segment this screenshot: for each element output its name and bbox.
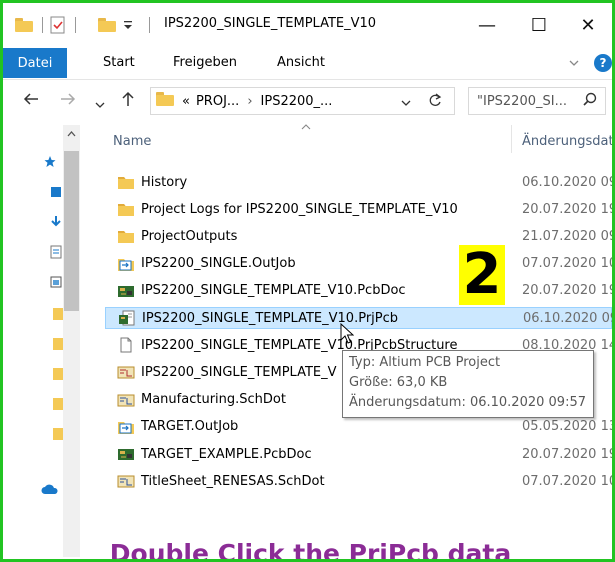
file-modified-date: 06.10.2020 09:5 xyxy=(523,310,612,326)
forward-arrow-icon[interactable] xyxy=(60,91,76,110)
file-list: Name Änderungsdat History 06.10.2020 09:5… xyxy=(99,122,612,512)
file-name: TARGET.OutJob xyxy=(141,419,239,435)
up-arrow-icon[interactable] xyxy=(121,91,135,111)
file-modified-date: 06.10.2020 09:5 xyxy=(522,174,612,190)
file-name: TARGET_EXAMPLE.PcbDoc xyxy=(141,446,312,462)
scrollbar-thumb[interactable] xyxy=(64,151,79,311)
file-row[interactable]: IPS2200_SINGLE_TEMPLATE_V10.PcbDoc 20.07.… xyxy=(105,280,612,302)
schdot-icon xyxy=(117,473,135,489)
file-row[interactable]: TARGET_EXAMPLE.PcbDoc 20.07.2020 19:2 xyxy=(105,443,612,465)
file-modified-date: 05.05.2020 13: xyxy=(522,419,615,435)
new-folder-icon[interactable] xyxy=(98,14,116,36)
file-modified-date: 07.07.2020 10:2 xyxy=(522,256,612,272)
divider xyxy=(149,17,150,33)
address-row: « PROJ... › IPS2200_... "IPS2200_SI... xyxy=(3,79,612,122)
sort-ascending-icon xyxy=(301,122,311,133)
divider xyxy=(42,17,43,33)
breadcrumb-overflow[interactable]: « xyxy=(182,94,190,109)
file-name: IPS2200_SINGLE.OutJob xyxy=(141,256,296,272)
folder-icon xyxy=(117,228,135,244)
folder-icon xyxy=(156,92,174,110)
minimize-button[interactable]: — xyxy=(467,9,507,41)
scroll-up-icon[interactable] xyxy=(67,131,76,137)
properties-icon[interactable] xyxy=(50,14,66,36)
schdoc-icon xyxy=(117,364,135,380)
file-row[interactable]: ProjectOutputs 21.07.2020 09:2 xyxy=(105,225,612,247)
help-icon[interactable]: ? xyxy=(594,54,612,72)
breadcrumb-item[interactable]: PROJ... xyxy=(196,94,239,109)
mouse-cursor-icon xyxy=(340,323,354,344)
expand-ribbon-icon[interactable] xyxy=(569,56,579,70)
divider xyxy=(75,17,76,33)
pcbdoc-icon xyxy=(117,446,135,462)
onedrive-cloud-icon[interactable] xyxy=(41,482,59,496)
outjob-icon xyxy=(117,419,135,435)
prjpcb-icon xyxy=(118,310,136,326)
tab-share[interactable]: Freigeben xyxy=(173,55,237,70)
ribbon-tabs: Datei Start Freigeben Ansicht ? xyxy=(3,48,612,78)
file-modified-date: 20.07.2020 19:2 xyxy=(522,446,612,462)
folder-icon xyxy=(117,201,135,217)
schdot-icon xyxy=(117,392,135,408)
file-name: TitleSheet_RENESAS.SchDot xyxy=(141,473,325,489)
file-name: ProjectOutputs xyxy=(141,228,238,244)
refresh-icon[interactable] xyxy=(428,92,442,112)
step-badge: 2 xyxy=(459,245,505,305)
file-modified-date: 07.07.2020 10: xyxy=(522,473,615,489)
file-row-selected[interactable]: IPS2200_SINGLE_TEMPLATE_V10.PrjPcb 06.10.… xyxy=(105,307,612,329)
file-row[interactable]: Project Logs for IPS2200_SINGLE_TEMPLATE… xyxy=(105,198,612,220)
tab-view[interactable]: Ansicht xyxy=(277,55,325,70)
file-name: IPS2200_SINGLE_TEMPLATE_V10.PrjPcb xyxy=(142,310,399,326)
file-name: Project Logs for IPS2200_SINGLE_TEMPLATE… xyxy=(141,201,458,217)
file-name: Manufacturing.SchDot xyxy=(141,392,286,408)
window-title: IPS2200_SINGLE_TEMPLATE_V10 xyxy=(164,16,377,31)
close-button[interactable]: ✕ xyxy=(568,9,608,41)
address-dropdown-icon[interactable] xyxy=(401,96,411,111)
file-row[interactable]: TitleSheet_RENESAS.SchDot 07.07.2020 10: xyxy=(105,470,612,492)
tooltip-date: Änderungsdatum: 06.10.2020 09:57 xyxy=(349,395,586,410)
pictures-icon[interactable] xyxy=(50,275,62,289)
maximize-button[interactable]: ☐ xyxy=(519,9,559,41)
address-bar[interactable]: « PROJ... › IPS2200_... xyxy=(150,87,455,115)
back-arrow-icon[interactable] xyxy=(23,91,39,110)
column-divider[interactable] xyxy=(511,125,512,153)
folder-icon xyxy=(117,174,135,190)
file-row[interactable]: IPS2200_SINGLE.OutJob 07.07.2020 10:2 xyxy=(105,253,612,275)
navigation-scrollbar[interactable] xyxy=(63,125,80,557)
tooltip-size: Größe: 63,0 KB xyxy=(349,375,448,390)
downloads-icon[interactable] xyxy=(50,215,62,229)
desktop-icon[interactable] xyxy=(50,185,62,199)
file-tooltip: Typ: Altium PCB Project Größe: 63,0 KB Ä… xyxy=(342,350,594,418)
tooltip-type: Typ: Altium PCB Project xyxy=(349,355,501,370)
breadcrumb-separator[interactable]: › xyxy=(247,94,252,109)
column-header-date[interactable]: Änderungsdat xyxy=(522,134,612,149)
recent-locations-icon[interactable] xyxy=(95,94,105,113)
file-row[interactable]: History 06.10.2020 09:5 xyxy=(105,171,612,193)
documents-icon[interactable] xyxy=(50,245,62,259)
file-row[interactable]: TARGET.OutJob 05.05.2020 13: xyxy=(105,416,612,438)
column-header-name[interactable]: Name xyxy=(113,134,151,149)
breadcrumb-item[interactable]: IPS2200_... xyxy=(261,94,333,109)
tab-start[interactable]: Start xyxy=(103,55,135,70)
file-name: IPS2200_SINGLE_TEMPLATE_V10.PcbDoc xyxy=(141,283,406,299)
outjob-icon xyxy=(117,256,135,272)
file-modified-date: 21.07.2020 09:2 xyxy=(522,228,612,244)
screenshot-frame: IPS2200_SINGLE_TEMPLATE_V10 — ☐ ✕ Datei … xyxy=(0,0,615,562)
navigation-pane xyxy=(3,122,81,559)
file-modified-date: 20.07.2020 19: xyxy=(522,201,615,217)
file-name: IPS2200_SINGLE_TEMPLATE_V xyxy=(141,364,337,380)
quick-access-star-icon[interactable] xyxy=(44,155,56,169)
tab-file[interactable]: Datei xyxy=(3,48,67,78)
title-bar: IPS2200_SINGLE_TEMPLATE_V10 — ☐ ✕ xyxy=(3,3,612,47)
instruction-caption: Double Click the PrjPcb data xyxy=(109,539,512,562)
blank-file-icon xyxy=(117,337,135,353)
pcbdoc-icon xyxy=(117,283,135,299)
folder-icon xyxy=(15,14,33,36)
search-icon xyxy=(583,92,597,110)
file-modified-date: 20.07.2020 19:2 xyxy=(522,283,612,299)
search-input[interactable]: "IPS2200_SI... xyxy=(468,87,606,115)
file-name: History xyxy=(141,174,188,190)
customize-toolbar-icon[interactable] xyxy=(123,14,133,36)
